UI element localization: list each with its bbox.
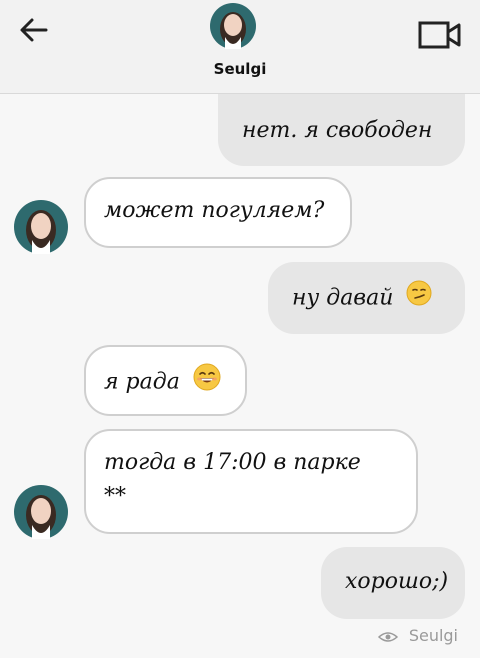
smiling-emoji xyxy=(193,363,221,402)
contact-avatar[interactable] xyxy=(210,3,256,49)
message-text: я рада xyxy=(104,369,180,395)
message-outgoing[interactable]: хорошо;) xyxy=(321,547,465,619)
arrow-left-icon xyxy=(20,18,48,42)
message-text: может погуляем? xyxy=(104,198,325,223)
message-incoming[interactable]: я рада xyxy=(84,345,247,416)
message-outgoing[interactable]: нет. я свободен xyxy=(218,94,465,166)
message-text: хорошо;) xyxy=(345,569,449,594)
video-camera-icon xyxy=(418,21,461,49)
smirk-emoji xyxy=(406,280,432,317)
contact-name: Seulgi xyxy=(213,60,267,78)
message-incoming[interactable]: может погуляем? xyxy=(84,177,352,248)
back-button[interactable] xyxy=(18,16,50,44)
message-text: тогда в 17:00 в парке xyxy=(104,450,361,475)
message-text: нет. я свободен xyxy=(242,118,433,143)
seen-indicator: Seulgi xyxy=(377,626,458,645)
video-call-button[interactable] xyxy=(418,20,462,50)
contact-avatar[interactable] xyxy=(14,200,68,254)
eye-icon xyxy=(377,631,398,642)
message-text: ** xyxy=(104,484,126,509)
message-text: ну давай xyxy=(292,285,394,311)
seen-by-name: Seulgi xyxy=(408,626,458,645)
contact-avatar[interactable] xyxy=(14,485,68,539)
message-incoming[interactable]: тогда в 17:00 в парке ** xyxy=(84,429,418,534)
message-outgoing[interactable]: ну давай xyxy=(268,262,465,334)
chat-header: Seulgi xyxy=(0,0,480,94)
message-list[interactable]: нет. я свободен может погуляем? ну давай… xyxy=(0,94,480,658)
